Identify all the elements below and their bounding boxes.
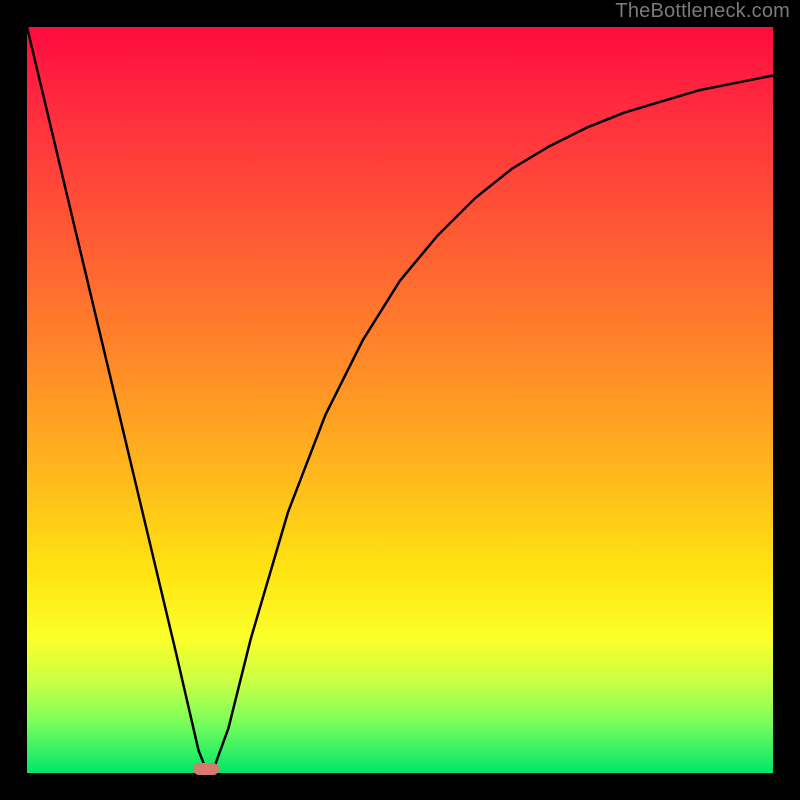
curve-path	[27, 27, 773, 769]
watermark-text: TheBottleneck.com	[615, 0, 790, 23]
chart-frame: TheBottleneck.com	[0, 0, 800, 800]
bottleneck-curve	[27, 27, 773, 773]
plot-area	[27, 27, 773, 773]
optimal-marker	[193, 763, 219, 775]
